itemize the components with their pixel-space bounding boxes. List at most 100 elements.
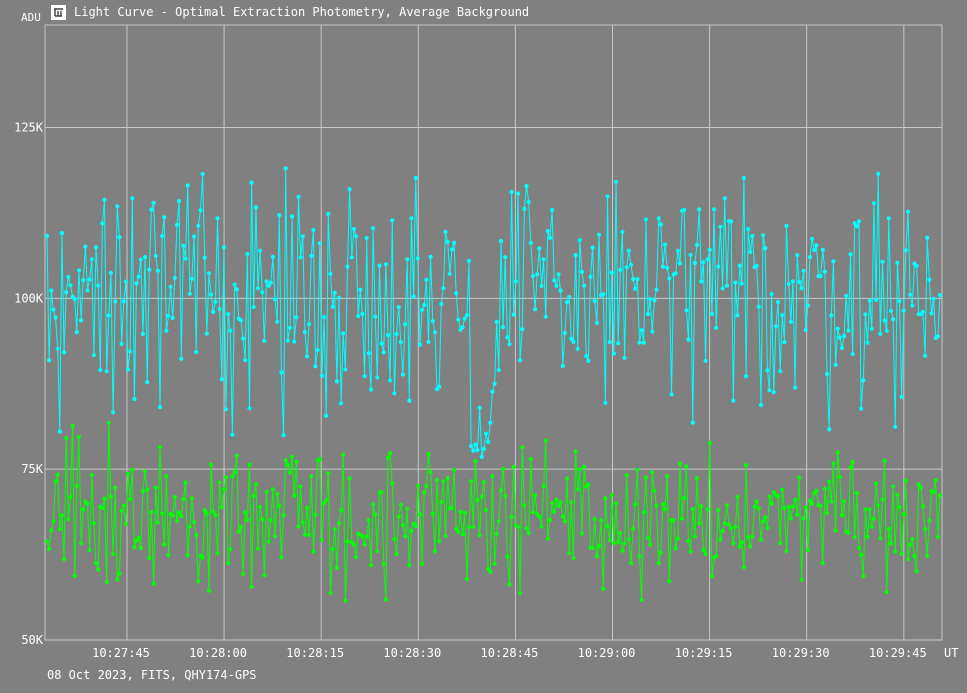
data-point	[400, 372, 405, 377]
data-point	[324, 413, 329, 418]
data-point	[243, 510, 248, 515]
data-point	[106, 420, 111, 425]
data-point	[867, 507, 872, 512]
data-point	[620, 548, 625, 553]
data-point	[518, 591, 523, 596]
data-point	[123, 522, 128, 527]
data-point	[590, 545, 595, 551]
data-point	[714, 325, 719, 330]
data-point	[564, 476, 570, 481]
data-point	[496, 367, 501, 373]
data-point	[865, 340, 870, 345]
data-point	[74, 483, 79, 489]
x-tick-label: 10:28:30	[383, 646, 441, 660]
y-tick-label: 100K	[14, 291, 44, 305]
x-tick-label: 10:28:45	[481, 646, 539, 660]
data-point	[336, 295, 342, 300]
data-point	[415, 483, 420, 488]
data-point	[420, 307, 425, 312]
data-point	[709, 311, 715, 317]
data-point	[496, 519, 501, 524]
data-point	[390, 481, 395, 486]
data-point	[260, 517, 265, 522]
data-point	[79, 541, 84, 546]
data-point	[611, 541, 617, 546]
data-point	[100, 506, 105, 511]
data-point	[172, 495, 177, 500]
data-point	[147, 267, 152, 272]
data-point	[929, 311, 934, 316]
data-point	[667, 579, 672, 584]
data-point	[183, 256, 188, 261]
data-point	[822, 486, 828, 491]
data-point	[569, 500, 574, 505]
data-point	[477, 533, 482, 538]
data-point	[351, 226, 356, 232]
data-point	[262, 573, 267, 578]
data-point	[454, 291, 459, 296]
data-point	[865, 534, 870, 540]
data-point	[737, 544, 742, 550]
data-point	[113, 299, 118, 304]
data-point	[507, 582, 512, 587]
data-point	[106, 313, 111, 318]
data-point	[91, 353, 96, 358]
data-point	[505, 554, 510, 559]
data-point	[876, 503, 881, 508]
data-point	[183, 480, 188, 485]
data-point	[449, 247, 454, 252]
data-point	[741, 176, 747, 181]
data-point	[488, 420, 493, 425]
data-point	[98, 367, 103, 373]
data-point	[102, 197, 107, 202]
data-point	[682, 496, 687, 501]
chart-title: Light Curve - Optimal Extraction Photome…	[74, 5, 530, 19]
data-point	[443, 533, 448, 539]
data-point	[810, 236, 815, 241]
data-point	[571, 339, 576, 344]
data-point	[394, 331, 399, 337]
data-point	[712, 207, 717, 212]
data-point	[81, 278, 86, 283]
data-point	[351, 542, 356, 548]
data-point	[142, 255, 148, 260]
data-point	[134, 281, 139, 286]
data-point	[586, 482, 591, 487]
data-point	[660, 264, 666, 269]
data-point	[302, 330, 307, 335]
data-point	[778, 541, 783, 546]
data-point	[247, 406, 252, 411]
data-point	[769, 501, 774, 506]
data-point	[923, 353, 928, 358]
data-point	[537, 246, 542, 251]
data-point	[880, 497, 885, 502]
data-point	[383, 597, 388, 602]
data-point	[799, 286, 804, 291]
data-point	[893, 424, 898, 429]
data-point	[298, 255, 303, 260]
data-point	[371, 502, 376, 507]
data-point	[609, 270, 614, 275]
data-point	[339, 508, 344, 513]
data-point	[460, 325, 465, 330]
data-point	[413, 175, 418, 181]
data-point	[93, 245, 99, 250]
app-icon[interactable]	[51, 4, 66, 20]
data-point	[515, 191, 521, 196]
data-point	[394, 552, 399, 557]
data-point	[905, 557, 911, 562]
data-point	[686, 337, 691, 342]
data-point	[111, 552, 116, 557]
data-point	[871, 516, 877, 521]
data-point	[483, 431, 489, 436]
data-point	[228, 547, 233, 552]
data-point	[882, 458, 887, 463]
data-point	[912, 554, 917, 559]
data-point	[353, 234, 359, 239]
data-point	[827, 479, 832, 484]
data-point	[518, 358, 523, 363]
data-point	[339, 401, 344, 406]
data-point	[149, 509, 154, 515]
data-point	[596, 232, 602, 237]
data-point	[839, 345, 845, 351]
